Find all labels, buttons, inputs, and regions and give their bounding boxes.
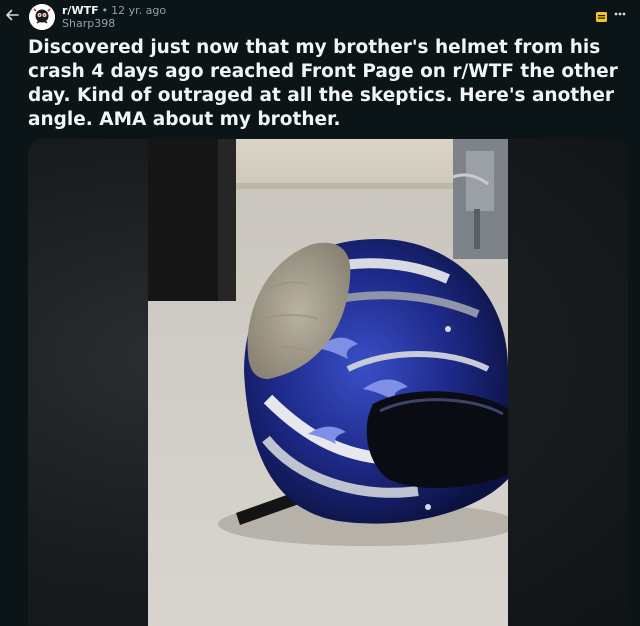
post-meta-line: r/WTF • 12 yr. ago xyxy=(62,4,166,17)
subreddit-link[interactable]: r/WTF xyxy=(62,4,99,17)
post-age: 12 yr. ago xyxy=(111,4,167,17)
post-meta: r/WTF • 12 yr. ago Sharp398 xyxy=(62,4,166,30)
award-badge-icon xyxy=(596,12,607,22)
more-options-button[interactable] xyxy=(612,6,628,22)
post-image-container[interactable] xyxy=(28,139,628,626)
back-button[interactable] xyxy=(0,0,24,30)
post-detail-page: r/WTF • 12 yr. ago Sharp398 Discovered jus… xyxy=(0,0,640,626)
subreddit-avatar[interactable] xyxy=(29,4,55,30)
helmet-photo xyxy=(148,139,508,626)
meta-separator: • xyxy=(101,4,109,17)
post-title: Discovered just now that my brother's he… xyxy=(28,37,618,130)
author-link[interactable]: Sharp398 xyxy=(62,17,166,30)
more-options-icon xyxy=(614,12,626,16)
back-arrow-icon xyxy=(6,9,19,21)
subreddit-avatar-icon xyxy=(29,4,55,30)
